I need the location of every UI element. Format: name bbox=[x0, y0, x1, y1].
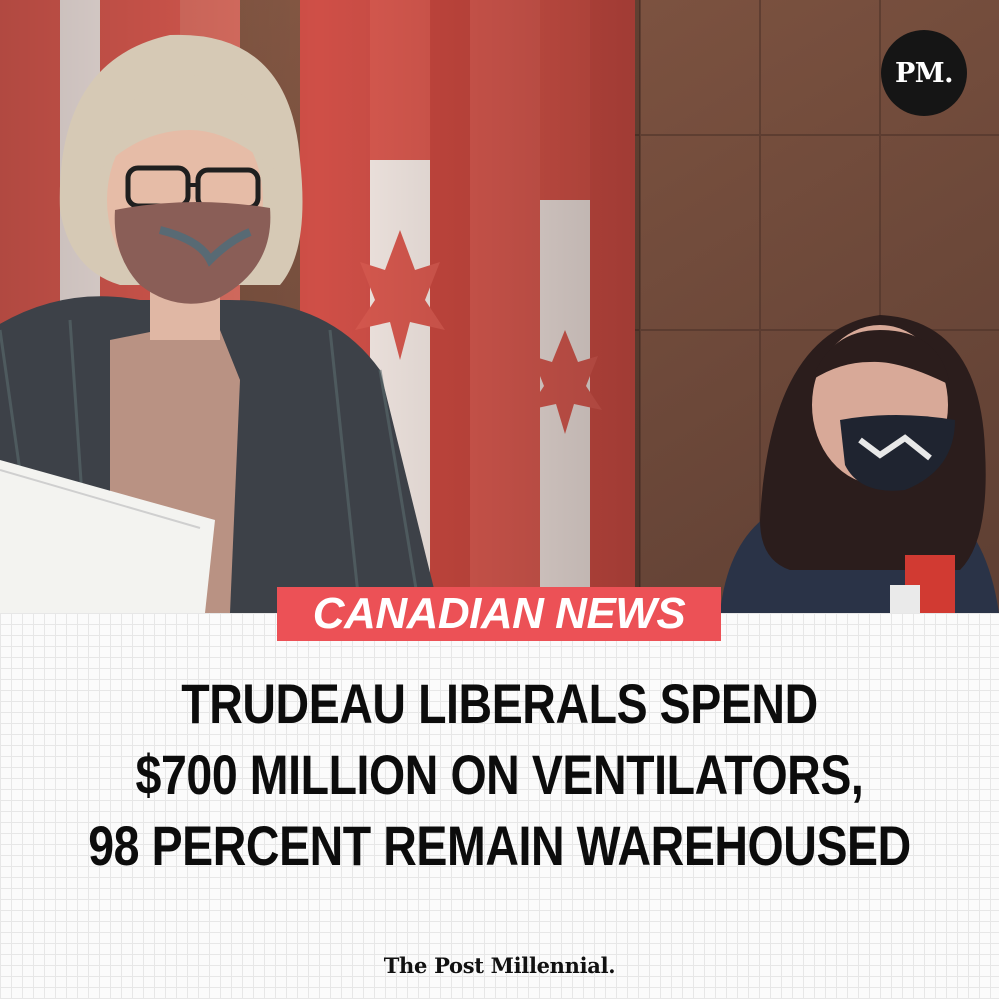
press-conference-illustration bbox=[0, 0, 999, 613]
hero-photo bbox=[0, 0, 999, 613]
headline-line-1: TRUDEAU LIBERALS SPEND bbox=[181, 672, 818, 735]
brand-badge-text: PM. bbox=[894, 57, 954, 89]
headline: TRUDEAU LIBERALS SPEND $700 MILLION ON V… bbox=[0, 668, 999, 881]
brand-badge: PM. bbox=[881, 30, 967, 116]
publication-wordmark: The Post Millennial. bbox=[383, 953, 616, 978]
category-label: CANADIAN NEWS bbox=[312, 589, 686, 638]
category-tag: CANADIAN NEWS bbox=[277, 587, 721, 641]
headline-line-3: 98 PERCENT REMAIN WAREHOUSED bbox=[88, 814, 911, 877]
headline-line-2: $700 MILLION ON VENTILATORS, bbox=[135, 743, 864, 806]
